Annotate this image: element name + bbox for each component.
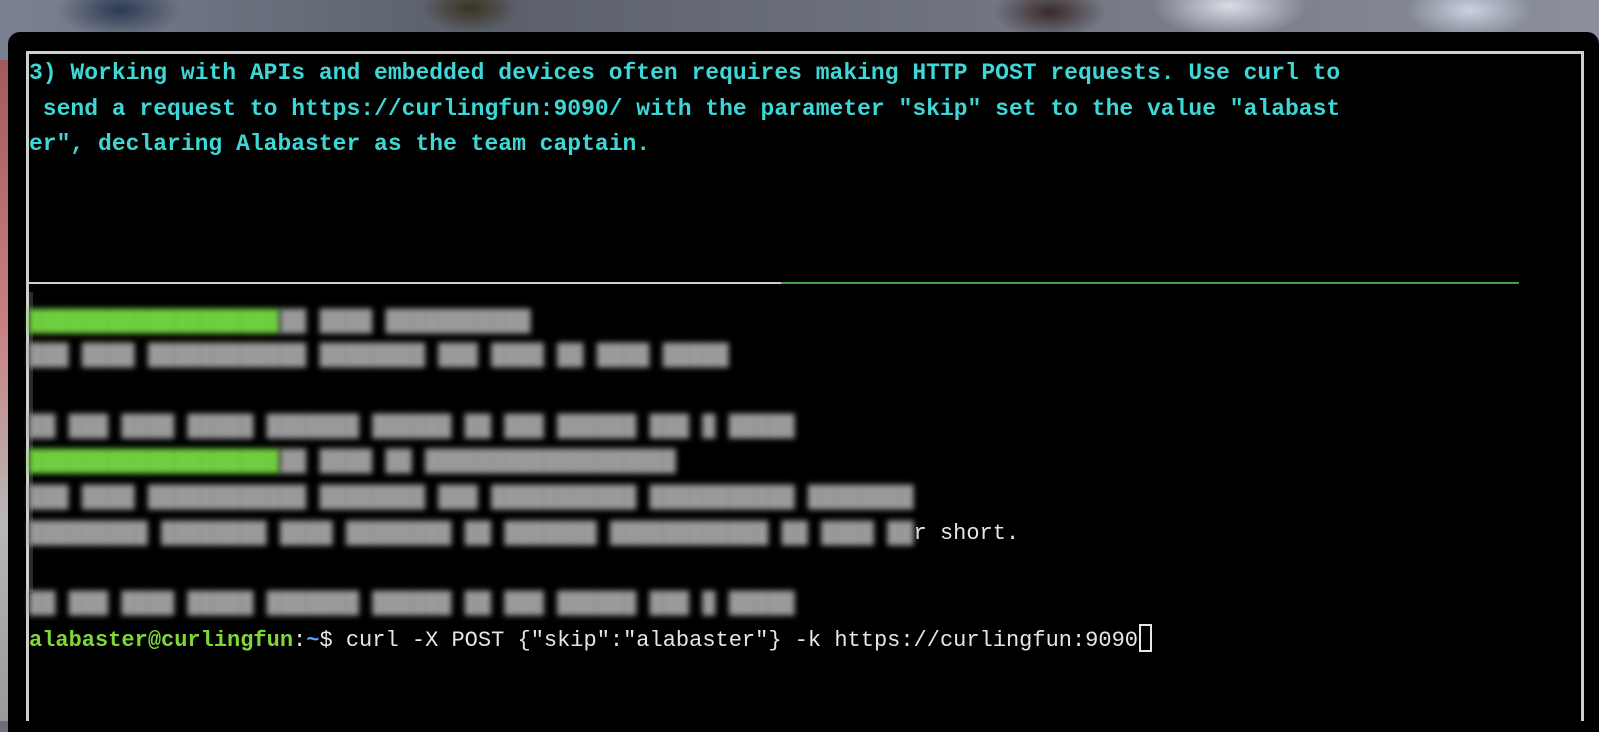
prompt-separator: : [293,628,307,653]
terminal-cursor [1139,624,1152,652]
prompt-path: ~ [306,628,320,653]
pane-divider-left [29,282,781,284]
history-line-obscured: ███ ████ ████████████ ████████ ███ ████ … [29,343,729,368]
prompt-symbol: $ [319,628,346,653]
scrollbar-track[interactable] [29,292,33,592]
history-line-partial: █████████ ████████ ████ ████████ ██ ████… [29,521,1020,546]
challenge-instructions: 3) Working with APIs and embedded device… [29,56,1529,163]
prompt-user-host: alabaster@curlingfun [29,628,294,653]
history-line-obscured: ███ ████ ████████████ ████████ ███ █████… [29,485,914,510]
command-input[interactable]: curl -X POST {"skip":"alabaster"} -k htt… [346,628,1138,653]
pane-divider-right [781,282,1519,284]
history-line-obscured: █████████████████████ ████ ██ ██████████… [29,449,676,474]
challenge-line: 3) Working with APIs and embedded device… [29,60,1341,86]
challenge-line: send a request to https://curlingfun:909… [29,95,1341,122]
history-line-obscured: ██ ███ ████ █████ ███████ ██████ ██ ███ … [29,414,795,439]
history-line-obscured: ██ ███ ████ █████ ███████ ██████ ██ ███ … [29,591,795,616]
command-prompt-line[interactable]: alabaster@curlingfun:~$ curl -X POST {"s… [29,624,1152,653]
challenge-line: er", declaring Alabaster as the team cap… [29,131,651,157]
history-visible-text: r short. [913,521,1020,546]
history-line-obscured: █████████████████████ ████ ███████████ [29,309,531,334]
